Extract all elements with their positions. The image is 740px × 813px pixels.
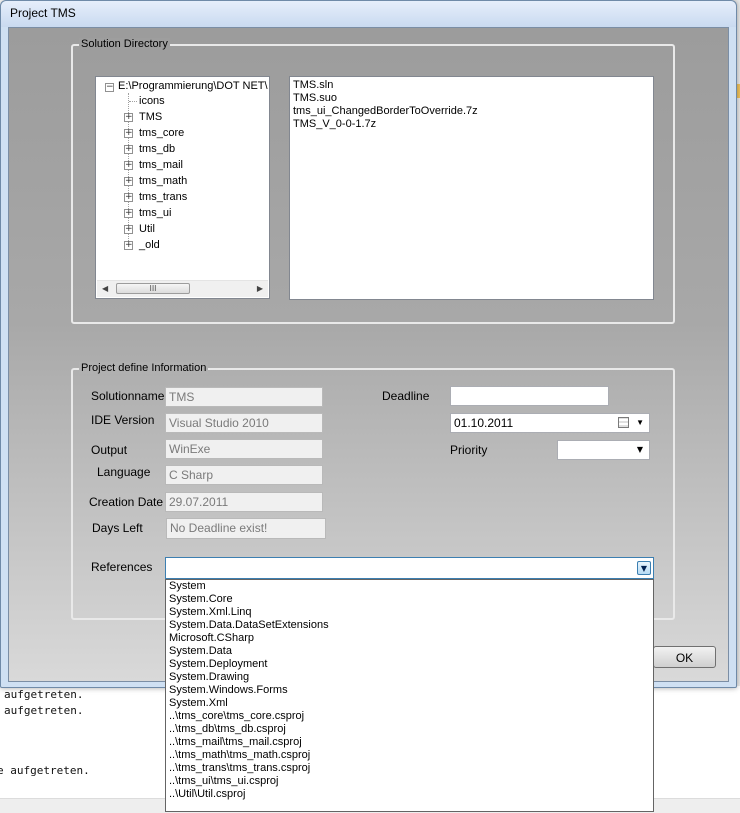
- expand-icon[interactable]: +: [124, 129, 133, 138]
- solutionname-field[interactable]: TMS: [165, 387, 323, 407]
- output-line: e aufgetreten.: [0, 764, 90, 777]
- references-option[interactable]: System.Data: [169, 645, 232, 657]
- references-option[interactable]: System.Deployment: [169, 658, 267, 670]
- deadline-label: Deadline: [382, 389, 430, 403]
- deadline-input[interactable]: [450, 386, 609, 406]
- chevron-down-icon[interactable]: ▼: [633, 443, 647, 457]
- days-left-label: Days Left: [92, 521, 143, 535]
- chevron-down-icon[interactable]: ▼: [637, 561, 651, 575]
- references-option[interactable]: ..\tms_ui\tms_ui.csproj: [169, 775, 278, 787]
- tree-node-old[interactable]: _old: [139, 239, 160, 251]
- references-option[interactable]: System.Windows.Forms: [169, 684, 288, 696]
- tree-node-tms-math[interactable]: tms_math: [139, 175, 187, 187]
- file-item[interactable]: TMS.suo: [293, 92, 337, 104]
- expand-icon[interactable]: +: [124, 225, 133, 234]
- tree-node-tms-db[interactable]: tms_db: [139, 143, 175, 155]
- tree-root-node[interactable]: E:\Programmierung\DOT NET\: [118, 80, 268, 92]
- references-option[interactable]: System.Drawing: [169, 671, 249, 683]
- expand-icon[interactable]: +: [124, 241, 133, 250]
- references-option[interactable]: System: [169, 580, 206, 592]
- ide-version-field[interactable]: Visual Studio 2010: [165, 413, 323, 433]
- output-label: Output: [91, 443, 128, 457]
- language-field[interactable]: C Sharp: [165, 465, 323, 485]
- references-option[interactable]: ..\Util\Util.csproj: [169, 788, 245, 800]
- references-combobox[interactable]: ▼: [165, 557, 654, 579]
- output-field[interactable]: WinExe: [165, 439, 323, 459]
- references-option[interactable]: System.Xml: [169, 697, 228, 709]
- solution-directory-title: Solution Directory: [79, 38, 170, 50]
- expand-icon[interactable]: +: [124, 209, 133, 218]
- references-label: References: [91, 560, 153, 574]
- expand-icon[interactable]: +: [124, 161, 133, 170]
- tree-node-icons[interactable]: icons: [139, 95, 165, 107]
- expand-icon[interactable]: +: [124, 113, 133, 122]
- output-line: aufgetreten.: [4, 688, 84, 701]
- references-option[interactable]: Microsoft.CSharp: [169, 632, 254, 644]
- tree-node-tms-trans[interactable]: tms_trans: [139, 191, 187, 203]
- priority-label: Priority: [450, 443, 488, 457]
- tree-guide-line: [129, 101, 137, 102]
- tree-node-tms-ui[interactable]: tms_ui: [139, 207, 171, 219]
- collapse-icon[interactable]: −: [105, 83, 114, 92]
- references-dropdown-list[interactable]: System System.Core System.Xml.Linq Syste…: [165, 579, 654, 812]
- expand-icon[interactable]: +: [124, 145, 133, 154]
- references-option[interactable]: ..\tms_db\tms_db.csproj: [169, 723, 286, 735]
- references-option[interactable]: System.Core: [169, 593, 233, 605]
- priority-select[interactable]: ▼: [557, 440, 650, 460]
- days-left-field[interactable]: No Deadline exist!: [166, 518, 326, 539]
- chevron-down-icon[interactable]: ▼: [636, 414, 644, 432]
- language-label: Language: [97, 465, 151, 479]
- references-option[interactable]: ..\tms_core\tms_core.csproj: [169, 710, 304, 722]
- title-bar[interactable]: Project TMS: [1, 1, 736, 27]
- ok-button[interactable]: OK: [653, 646, 716, 668]
- project-info-title: Project define Information: [79, 362, 209, 374]
- file-list[interactable]: TMS.sln TMS.suo tms_ui_ChangedBorderToOv…: [289, 76, 654, 300]
- expand-icon[interactable]: +: [124, 193, 133, 202]
- tree-node-tms-core[interactable]: tms_core: [139, 127, 184, 139]
- references-option[interactable]: ..\tms_math\tms_math.csproj: [169, 749, 310, 761]
- tree-node-tms[interactable]: TMS: [139, 111, 162, 123]
- tree-horizontal-scrollbar[interactable]: ◀ III ▶: [97, 280, 268, 297]
- expand-icon[interactable]: +: [124, 177, 133, 186]
- file-item[interactable]: TMS_V_0-0-1.7z: [293, 118, 376, 130]
- deadline-date-picker[interactable]: 01.10.2011 ▼: [450, 413, 650, 433]
- references-option[interactable]: System.Xml.Linq: [169, 606, 252, 618]
- creation-date-field[interactable]: 29.07.2011: [165, 492, 323, 512]
- references-option[interactable]: ..\tms_mail\tms_mail.csproj: [169, 736, 302, 748]
- scroll-right-icon[interactable]: ▶: [257, 284, 263, 293]
- tree-node-tms-mail[interactable]: tms_mail: [139, 159, 183, 171]
- references-option[interactable]: ..\tms_trans\tms_trans.csproj: [169, 762, 310, 774]
- ide-version-label: IDE Version: [91, 413, 155, 427]
- solutionname-label: Solutionname: [91, 389, 165, 403]
- file-item[interactable]: TMS.sln: [293, 79, 333, 91]
- tree-node-util[interactable]: Util: [139, 223, 155, 235]
- scrollbar-thumb[interactable]: III: [116, 283, 190, 294]
- output-line: aufgetreten.: [4, 704, 84, 717]
- file-item[interactable]: tms_ui_ChangedBorderToOverride.7z: [293, 105, 478, 117]
- window-title: Project TMS: [10, 6, 76, 20]
- directory-tree[interactable]: − E:\Programmierung\DOT NET\ icons + TMS…: [95, 76, 270, 299]
- date-value: 01.10.2011: [454, 416, 514, 430]
- calendar-icon[interactable]: [618, 417, 629, 428]
- creation-date-label: Creation Date: [89, 495, 164, 509]
- references-option[interactable]: System.Data.DataSetExtensions: [169, 619, 329, 631]
- scroll-left-icon[interactable]: ◀: [102, 284, 108, 293]
